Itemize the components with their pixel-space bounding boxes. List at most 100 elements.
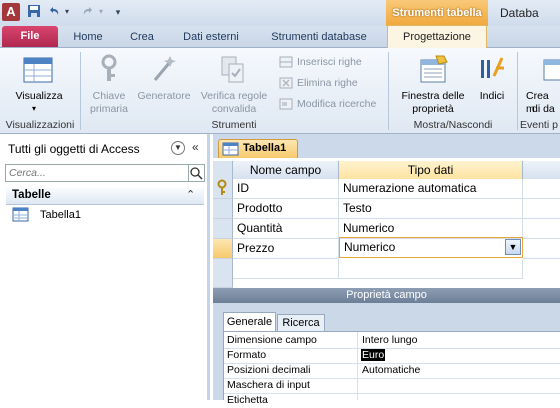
description-cell[interactable] [523, 239, 560, 259]
row-selector[interactable] [213, 179, 233, 199]
property-label: Formato [227, 349, 267, 361]
data-type-cell[interactable]: Numerico [339, 219, 523, 239]
description-cell[interactable] [523, 219, 560, 239]
elimina-righe-button[interactable]: Elimina righe [297, 75, 358, 91]
table-icon [222, 142, 240, 156]
datasheet-view-icon[interactable] [22, 54, 54, 86]
chiave-primaria-label-2[interactable]: primaria [86, 103, 132, 116]
property-label: Etichetta [227, 394, 268, 406]
tab-ricerca[interactable]: Ricerca [277, 314, 325, 332]
primary-key-icon[interactable] [96, 54, 122, 84]
document-tab-label[interactable]: Tabella1 [243, 142, 286, 154]
save-icon[interactable] [26, 4, 42, 20]
tab-home[interactable]: Home [64, 26, 112, 48]
property-row-divider [224, 348, 560, 349]
row-selector[interactable] [213, 199, 233, 219]
row-selector[interactable] [213, 259, 233, 288]
property-value[interactable] [360, 393, 362, 408]
description-cell[interactable] [523, 199, 560, 219]
description-cell[interactable] [523, 179, 560, 199]
property-value[interactable]: Intero lungo [360, 333, 417, 348]
group-label-visualizzazioni: Visualizzazioni [5, 119, 75, 131]
table-tools-context-label: Strumenti tabella [386, 0, 488, 26]
modifica-ricerche-button[interactable]: Modifica ricerche [297, 96, 376, 112]
group-label-eventi: Eventi p [520, 119, 558, 131]
property-value[interactable] [360, 378, 362, 393]
group-label-strumenti: Strumenti [211, 119, 257, 131]
window-title: Databa [500, 6, 539, 20]
nav-search-input[interactable] [5, 164, 189, 182]
visualizza-button[interactable]: Visualizza [8, 90, 70, 103]
nav-pane-title[interactable]: Tutti gli oggetti di Access [8, 142, 140, 156]
data-type-cell[interactable]: Testo [339, 199, 523, 219]
property-value-selected[interactable]: Euro [360, 348, 386, 363]
property-label: Dimensione campo [227, 334, 317, 346]
field-name-cell[interactable] [233, 259, 339, 279]
customize-icon[interactable]: ▾ [112, 4, 124, 20]
properties-column-separator [357, 332, 358, 400]
tab-progettazione[interactable]: Progettazione [387, 25, 487, 49]
property-sheet-icon[interactable] [418, 54, 448, 86]
verifica-regole-label-2[interactable]: convalida [196, 103, 272, 116]
builder-wand-icon[interactable] [150, 54, 178, 84]
field-properties-title: Proprietà campo [213, 288, 560, 303]
finestra-proprieta-label-1[interactable]: Finestra delle [394, 90, 472, 103]
table-icon [12, 207, 29, 222]
create-macro-icon[interactable] [540, 54, 560, 86]
ribbon-separator [517, 52, 518, 130]
property-row-divider [224, 393, 560, 394]
row-selector-current[interactable] [213, 239, 233, 259]
selected-text[interactable]: Euro [361, 349, 386, 361]
nav-item-tabella1[interactable] [10, 207, 30, 225]
chevron-down-icon[interactable]: ▼ [505, 239, 521, 255]
crea-macro-label-2[interactable]: di da [532, 103, 560, 116]
chiave-primaria-label-1[interactable]: Chiave [86, 90, 132, 103]
verifica-regole-label-1[interactable]: Verifica regole [196, 90, 272, 103]
tab-strumenti-database[interactable]: Strumenti database [258, 26, 380, 48]
undo-dropdown-icon[interactable]: ▾ [62, 4, 72, 20]
property-value[interactable]: Automatiche [360, 363, 420, 378]
tab-crea[interactable]: Crea [120, 26, 164, 48]
data-type-cell[interactable]: Numerazione automatica [339, 179, 523, 199]
inserisci-righe-button[interactable]: Inserisci righe [297, 54, 362, 70]
tab-dati-esterni[interactable]: Dati esterni [172, 26, 250, 48]
tab-file[interactable]: File [2, 26, 58, 47]
delete-rows-icon[interactable] [279, 76, 293, 90]
property-label: Maschera di input [227, 379, 310, 391]
tab-generale[interactable]: Generale [223, 312, 276, 332]
row-selector[interactable] [213, 219, 233, 239]
nav-item-label[interactable]: Tabella1 [40, 209, 81, 221]
validation-rules-icon[interactable] [219, 54, 247, 84]
nav-pane-menu-icon[interactable]: ▼ [171, 141, 185, 155]
ribbon-separator [80, 52, 81, 130]
row-selector-header [213, 161, 233, 179]
field-name-cell[interactable]: Prezzo [233, 239, 339, 259]
field-name-cell[interactable]: Prodotto [233, 199, 339, 219]
field-name-cell[interactable]: Quantità [233, 219, 339, 239]
generatore-button[interactable]: Generatore [134, 90, 194, 103]
column-header-descrizione[interactable] [523, 161, 560, 179]
data-type-select[interactable]: Numerico [339, 237, 523, 258]
indexes-icon[interactable] [478, 54, 506, 86]
shutter-bar-collapse-icon[interactable]: « [192, 140, 199, 154]
modify-lookups-icon[interactable] [279, 97, 293, 111]
insert-rows-icon[interactable] [279, 55, 293, 69]
visualizza-dropdown-icon[interactable]: ▾ [32, 104, 36, 113]
search-icon[interactable] [189, 164, 205, 182]
data-type-cell[interactable] [339, 259, 523, 279]
group-collapse-icon[interactable]: ⌃ [186, 188, 195, 201]
column-header-nome-campo[interactable]: Nome campo [233, 161, 339, 179]
redo-dropdown-icon[interactable]: ▾ [96, 4, 106, 20]
group-label-mostra-nascondi: Mostra/Nascondi [413, 119, 493, 131]
primary-key-icon [217, 179, 227, 195]
nav-group-label[interactable]: Tabelle [12, 189, 51, 201]
column-header-tipo-dati[interactable]: Tipo dati [339, 161, 523, 179]
indici-button[interactable]: Indici [474, 90, 510, 103]
redo-icon[interactable] [80, 4, 96, 20]
access-app-icon[interactable]: A [2, 3, 20, 21]
field-name-cell[interactable]: ID [233, 179, 339, 199]
ribbon-separator [388, 52, 389, 130]
property-label: Posizioni decimali [227, 364, 311, 376]
finestra-proprieta-label-2[interactable]: proprietà [394, 103, 472, 116]
undo-icon[interactable] [46, 4, 62, 20]
